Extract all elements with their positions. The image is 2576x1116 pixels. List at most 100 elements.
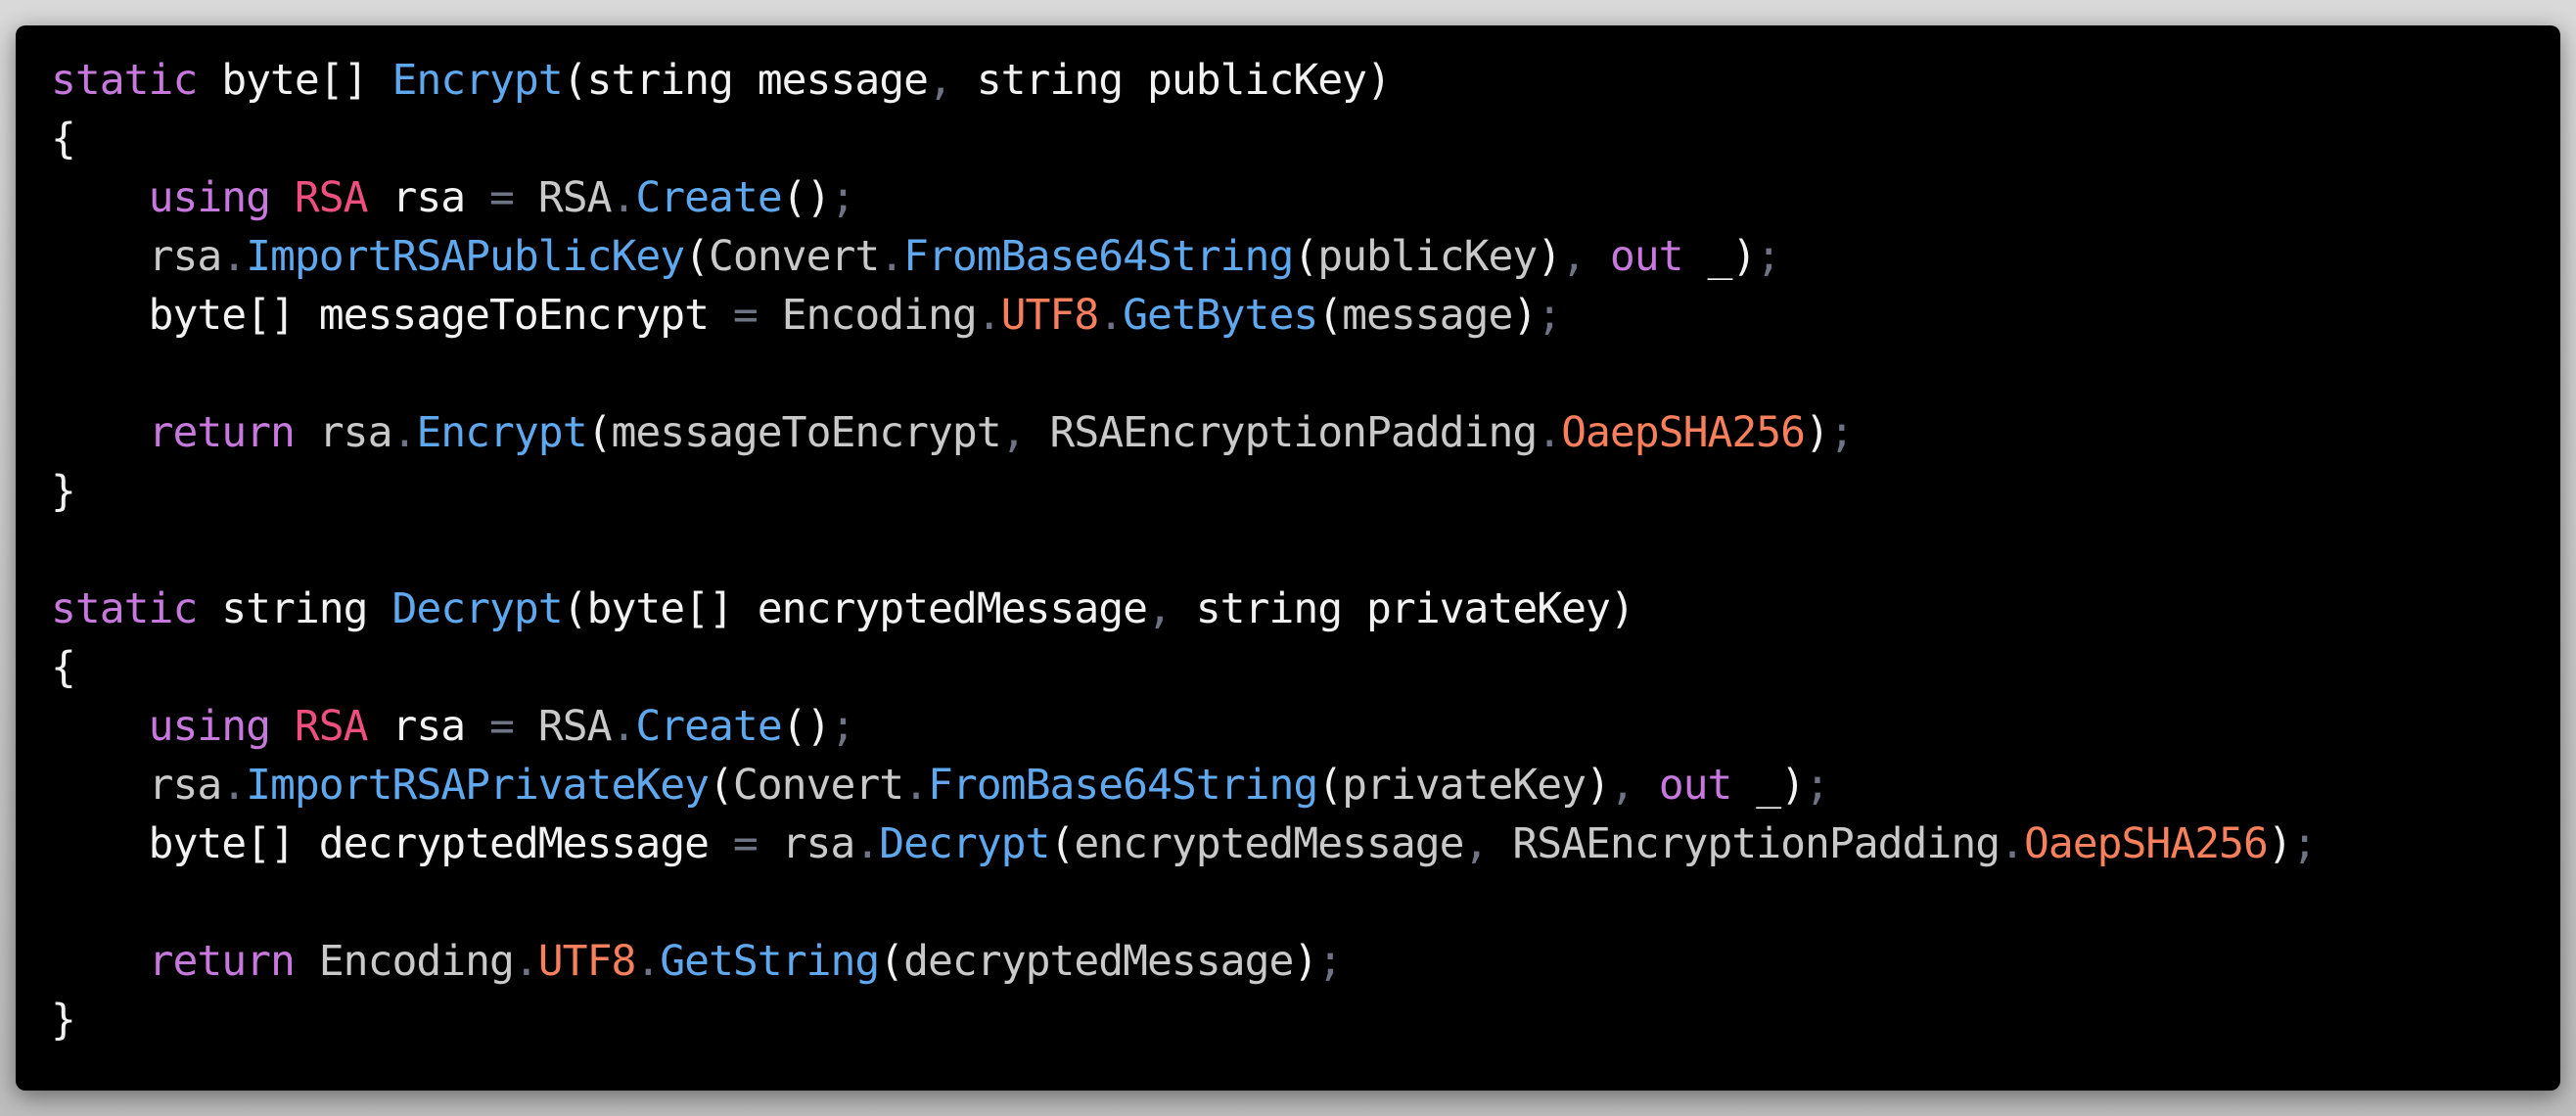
punctuation-token: .: [854, 819, 880, 868]
punctuation-token: ,: [1463, 819, 1490, 868]
text-token: rsa: [367, 702, 490, 751]
identifier-token: Convert: [709, 232, 880, 281]
text-token: (: [879, 937, 904, 986]
function-token: Encrypt: [416, 408, 587, 457]
punctuation-token: .: [635, 937, 661, 986]
property-token: UTF8: [537, 937, 637, 986]
punctuation-token: ,: [1147, 584, 1173, 633]
text-token: {: [51, 643, 76, 692]
punctuation-token: ;: [1756, 232, 1781, 281]
text-token: (byte[] encryptedMessage: [562, 584, 1148, 633]
keyword-token: return: [148, 408, 296, 457]
text-token: ): [1586, 761, 1611, 810]
punctuation-token: .: [903, 761, 929, 810]
text-token: (: [1049, 819, 1075, 868]
punctuation-token: ,: [928, 56, 953, 105]
punctuation-token: .: [976, 291, 1002, 340]
code-line: static byte[] Encrypt(string message, st…: [51, 51, 2317, 110]
punctuation-token: .: [513, 937, 539, 986]
punctuation-token: ,: [1000, 408, 1027, 457]
text-token: (: [586, 408, 613, 457]
type-token: RSA: [294, 173, 369, 222]
punctuation-token: .: [611, 702, 636, 751]
code-line: rsa.ImportRSAPublicKey(Convert.FromBase6…: [51, 227, 2317, 286]
text-token: }: [51, 996, 76, 1045]
identifier-token: rsa: [148, 761, 223, 810]
identifier-token: RSAEncryptionPadding: [1049, 408, 1538, 457]
identifier-token: Encoding: [318, 937, 515, 986]
text-token: byte[] messageToEncrypt: [51, 291, 733, 340]
punctuation-token: ;: [1805, 761, 1830, 810]
text-token: (: [1293, 232, 1318, 281]
punctuation-token: .: [1098, 291, 1124, 340]
punctuation-token: ;: [830, 702, 856, 751]
text-token: string publicKey): [951, 56, 1392, 105]
code-line: {: [51, 638, 2317, 697]
identifier-token: privateKey: [1342, 761, 1587, 810]
identifier-token: message: [1342, 291, 1513, 340]
text-token: ): [1512, 291, 1538, 340]
text-token: string privateKey): [1171, 584, 1635, 633]
punctuation-token: ,: [1561, 232, 1587, 281]
identifier-token: decryptedMessage: [903, 937, 1294, 986]
text-token: rsa: [367, 173, 490, 222]
function-token: FromBase64String: [903, 232, 1294, 281]
identifier-token: rsa: [148, 232, 223, 281]
punctuation-token: =: [732, 291, 759, 340]
identifier-token: rsa: [781, 819, 856, 868]
property-token: OaepSHA256: [2023, 819, 2269, 868]
text-token: byte[]: [197, 56, 392, 105]
punctuation-token: .: [611, 173, 636, 222]
code-line: }: [51, 991, 2317, 1049]
text-token: (: [1317, 761, 1343, 810]
identifier-token: RSAEncryptionPadding: [1512, 819, 2001, 868]
keyword-token: using: [148, 173, 271, 222]
code-line: byte[] messageToEncrypt = Encoding.UTF8.…: [51, 286, 2317, 345]
code-line: static string Decrypt(byte[] encryptedMe…: [51, 580, 2317, 638]
text-token: (string message: [562, 56, 929, 105]
punctuation-token: =: [732, 819, 759, 868]
punctuation-token: ;: [1317, 937, 1343, 986]
punctuation-token: .: [221, 761, 247, 810]
punctuation-token: .: [221, 232, 247, 281]
punctuation-token: ;: [1828, 408, 1855, 457]
punctuation-token: ;: [1537, 291, 1562, 340]
code-line: using RSA rsa = RSA.Create();: [51, 168, 2317, 227]
text-token: (: [709, 761, 734, 810]
keyword-token: out: [1609, 232, 1684, 281]
text-token: _): [1731, 761, 1806, 810]
text-token: string: [197, 584, 392, 633]
punctuation-token: =: [489, 702, 515, 751]
function-token: Encrypt: [391, 56, 563, 105]
text-token: (: [684, 232, 710, 281]
text-token: (): [781, 173, 832, 222]
punctuation-token: ,: [1609, 761, 1635, 810]
text-token: {: [51, 115, 76, 163]
punctuation-token: ;: [830, 173, 856, 222]
function-token: ImportRSAPublicKey: [246, 232, 685, 281]
punctuation-token: .: [2000, 819, 2025, 868]
property-token: UTF8: [1000, 291, 1100, 340]
code-line: return Encoding.UTF8.GetString(decrypted…: [51, 932, 2317, 991]
text-token: byte[] decryptedMessage: [51, 819, 733, 868]
text-token: ): [1537, 232, 1562, 281]
text-token: (): [781, 702, 832, 751]
keyword-token: static: [51, 56, 198, 105]
identifier-token: rsa: [318, 408, 393, 457]
punctuation-token: ;: [2291, 819, 2318, 868]
punctuation-token: .: [1537, 408, 1562, 457]
